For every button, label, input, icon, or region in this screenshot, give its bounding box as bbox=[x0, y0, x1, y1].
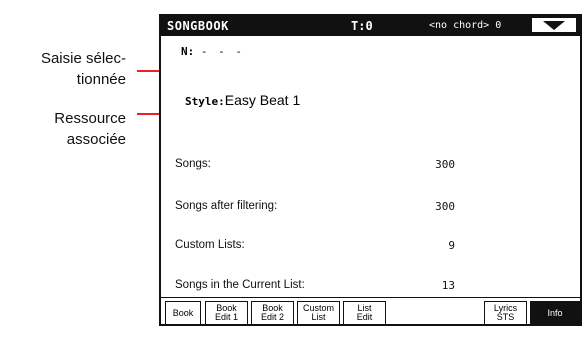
info-label: Custom Lists: bbox=[175, 239, 245, 251]
style-label: Style: bbox=[185, 95, 225, 108]
info-custom-lists: Custom Lists: 9 bbox=[175, 239, 455, 252]
tab-bar: Book Book Edit 1 Book Edit 2 Custom List… bbox=[161, 297, 580, 324]
info-songs-after-filtering: Songs after filtering: 300 bbox=[175, 200, 455, 213]
triangle-down-icon bbox=[543, 21, 565, 30]
page-menu-button[interactable] bbox=[532, 18, 576, 32]
associated-style: Style:Easy Beat 1 bbox=[185, 92, 300, 108]
tab-book-edit-1[interactable]: Book Edit 1 bbox=[205, 301, 248, 324]
info-value: 13 bbox=[441, 279, 455, 292]
callout-associated-resource: Ressource associée bbox=[54, 110, 126, 148]
tab-lyrics-sts[interactable]: Lyrics STS bbox=[484, 301, 527, 324]
songbook-screen: SONGBOOK T:0 <no chord> 0 N: - - - Style… bbox=[159, 14, 582, 326]
tab-info[interactable]: Info bbox=[530, 301, 580, 324]
info-value: 300 bbox=[435, 200, 455, 213]
title-bar: SONGBOOK T:0 <no chord> 0 bbox=[161, 16, 580, 36]
style-value: Easy Beat 1 bbox=[224, 92, 301, 108]
info-songs-in-current-list: Songs in the Current List: 13 bbox=[175, 279, 455, 292]
tab-book[interactable]: Book bbox=[165, 301, 201, 324]
info-value: 9 bbox=[448, 239, 455, 252]
tempo-indicator: T:0 bbox=[351, 19, 373, 33]
tab-book-edit-2[interactable]: Book Edit 2 bbox=[251, 301, 294, 324]
info-value: 300 bbox=[435, 158, 455, 171]
page-title: SONGBOOK bbox=[167, 19, 229, 33]
chord-indicator: <no chord> 0 bbox=[429, 20, 502, 31]
tab-custom-list[interactable]: Custom List bbox=[297, 301, 340, 324]
info-label: Songs in the Current List: bbox=[175, 279, 305, 291]
selected-entry-number: N: - - - bbox=[181, 45, 244, 58]
entry-value: - - - bbox=[200, 45, 244, 58]
callout-selected-entry: Saisie sélec- tionnée bbox=[40, 50, 126, 88]
entry-label: N: bbox=[181, 45, 195, 58]
info-songs: Songs: 300 bbox=[175, 158, 455, 171]
tab-list-edit[interactable]: List Edit bbox=[343, 301, 386, 324]
info-label: Songs: bbox=[175, 158, 211, 170]
info-label: Songs after filtering: bbox=[175, 200, 278, 212]
